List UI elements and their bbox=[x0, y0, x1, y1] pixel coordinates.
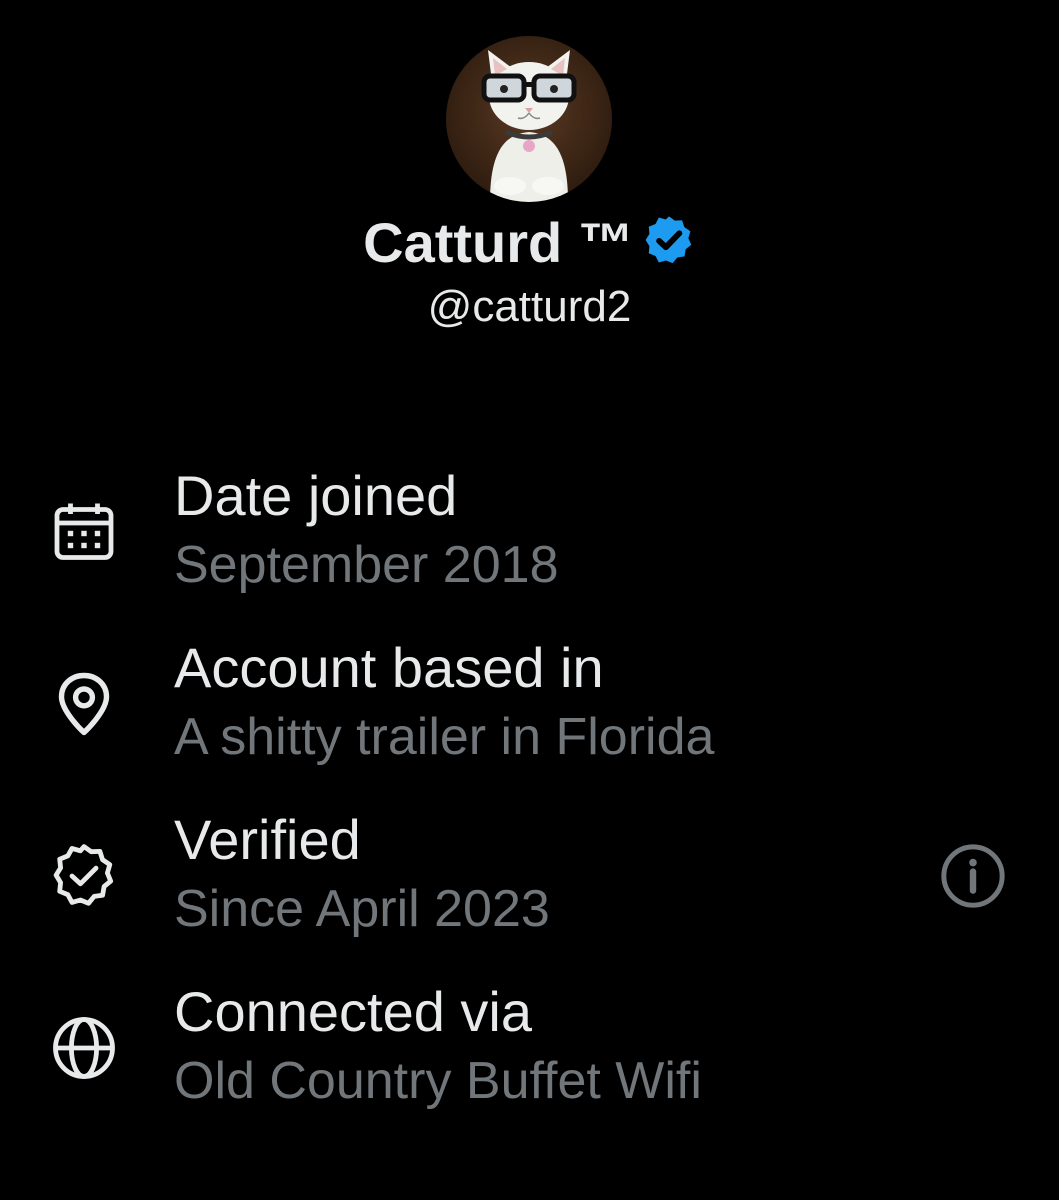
profile-header: Catturd ™ @catturd2 bbox=[0, 0, 1059, 360]
globe-icon bbox=[48, 1012, 120, 1084]
info-icon[interactable] bbox=[938, 841, 1008, 911]
info-value: September 2018 bbox=[174, 536, 559, 594]
cat-avatar-image bbox=[481, 50, 577, 202]
verified-check-icon bbox=[48, 840, 120, 912]
info-value: A shitty trailer in Florida bbox=[174, 708, 715, 766]
avatar[interactable] bbox=[446, 36, 612, 202]
verified-badge-icon[interactable] bbox=[642, 213, 696, 267]
calendar-icon bbox=[48, 496, 120, 568]
list-item-verified: Verified Since April 2023 bbox=[0, 804, 1059, 954]
display-name-row: Catturd ™ bbox=[0, 206, 1059, 278]
profile-handle: @catturd2 bbox=[427, 282, 632, 331]
list-item-connected-via: Connected via Old Country Buffet Wifi bbox=[0, 976, 1059, 1126]
info-value: Since April 2023 bbox=[174, 880, 550, 938]
display-name: Catturd ™ bbox=[363, 210, 634, 274]
info-label: Verified bbox=[174, 808, 361, 871]
list-item-account-based-in: Account based in A shitty trailer in Flo… bbox=[0, 632, 1059, 782]
info-label: Account based in bbox=[174, 636, 604, 699]
list-item-date-joined: Date joined September 2018 bbox=[0, 460, 1059, 610]
location-pin-icon bbox=[48, 668, 120, 740]
info-label: Date joined bbox=[174, 464, 458, 527]
info-label: Connected via bbox=[174, 980, 533, 1043]
info-value: Old Country Buffet Wifi bbox=[174, 1052, 702, 1110]
